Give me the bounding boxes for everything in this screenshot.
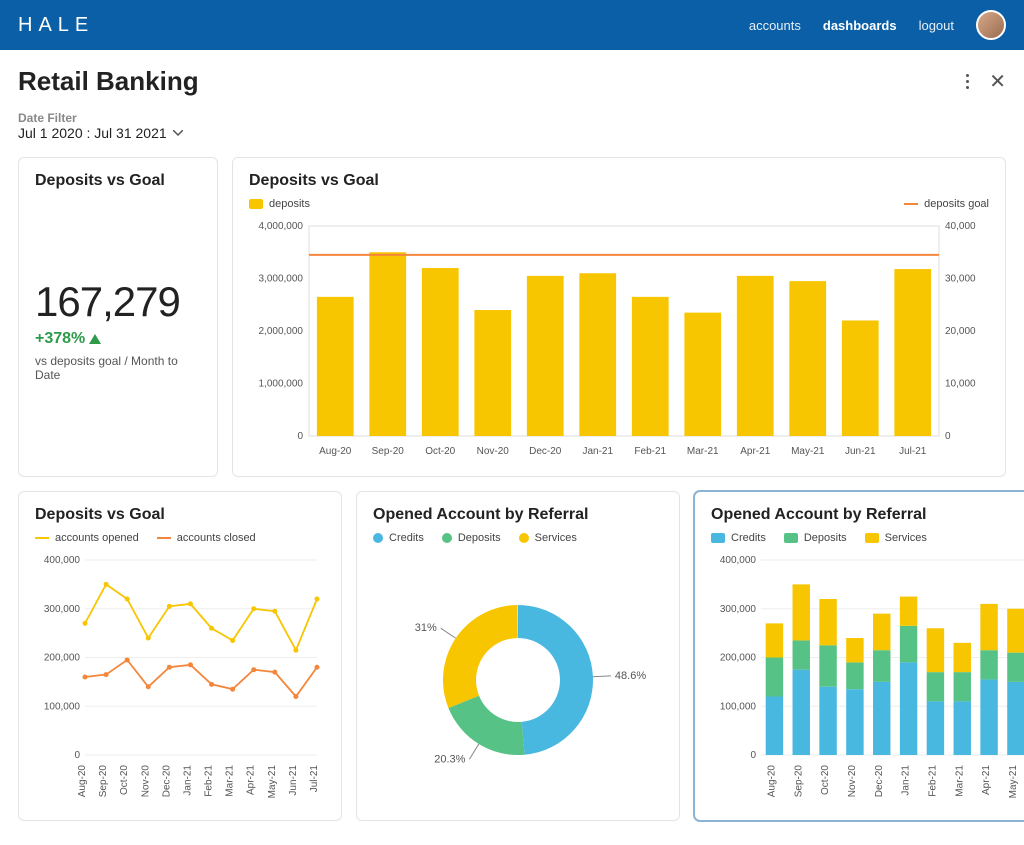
svg-text:100,000: 100,000 <box>720 701 757 712</box>
svg-text:Aug-20: Aug-20 <box>766 765 777 798</box>
nav-dashboards[interactable]: dashboards <box>823 18 897 33</box>
more-menu-icon[interactable] <box>966 74 969 89</box>
svg-text:20.3%: 20.3% <box>434 753 465 765</box>
avatar[interactable] <box>976 10 1006 40</box>
close-icon[interactable]: ✕ <box>989 69 1006 94</box>
chart-title: Deposits vs Goal <box>249 172 989 190</box>
svg-text:Jan-21: Jan-21 <box>901 765 912 796</box>
svg-text:Nov-20: Nov-20 <box>477 446 510 457</box>
svg-text:Jan-21: Jan-21 <box>582 446 613 457</box>
chart-card-deposits-bar[interactable]: Deposits vs Goal deposits deposits goal … <box>232 157 1006 477</box>
chevron-down-icon <box>173 130 183 136</box>
legend-closed: accounts closed <box>177 532 256 544</box>
svg-text:Mar-21: Mar-21 <box>225 765 236 797</box>
svg-text:Dec-20: Dec-20 <box>161 765 172 798</box>
svg-text:400,000: 400,000 <box>720 555 757 566</box>
svg-text:0: 0 <box>750 750 756 761</box>
svg-text:200,000: 200,000 <box>720 653 757 664</box>
svg-text:300,000: 300,000 <box>720 604 757 615</box>
svg-text:Sep-20: Sep-20 <box>372 446 405 457</box>
top-nav: accounts dashboards logout <box>749 10 1006 40</box>
chart-card-referral-stacked[interactable]: Opened Account by Referral Credits Depos… <box>694 491 1024 821</box>
svg-text:1,000,000: 1,000,000 <box>259 379 304 390</box>
svg-text:Mar-21: Mar-21 <box>687 446 719 457</box>
svg-text:0: 0 <box>297 431 303 442</box>
legend-services: Services <box>885 532 927 544</box>
svg-text:Sep-20: Sep-20 <box>98 765 109 798</box>
svg-text:2,000,000: 2,000,000 <box>259 326 304 337</box>
svg-text:10,000: 10,000 <box>945 379 976 390</box>
svg-text:Nov-20: Nov-20 <box>847 765 858 798</box>
nav-logout[interactable]: logout <box>919 18 954 33</box>
top-bar: HALE accounts dashboards logout <box>0 0 1024 50</box>
svg-text:0: 0 <box>945 431 951 442</box>
donut-chart-svg: 48.6% 20.3% 31% <box>373 550 663 800</box>
svg-text:Apr-21: Apr-21 <box>981 765 992 795</box>
svg-text:Jan-21: Jan-21 <box>182 765 193 796</box>
svg-text:Feb-21: Feb-21 <box>204 765 215 797</box>
legend-deposits: Deposits <box>804 532 847 544</box>
chart-title: Opened Account by Referral <box>373 506 663 524</box>
svg-text:40,000: 40,000 <box>945 221 976 232</box>
svg-text:20,000: 20,000 <box>945 326 976 337</box>
kpi-card-deposits-vs-goal[interactable]: Deposits vs Goal 167,279 +378% vs deposi… <box>18 157 218 477</box>
bar-chart-svg: 0 1,000,000 2,000,000 3,000,000 4,000,000 0 10… <box>249 216 989 466</box>
svg-text:Aug-20: Aug-20 <box>319 446 352 457</box>
svg-text:May-21: May-21 <box>1008 765 1019 799</box>
kpi-subtext: vs deposits goal / Month to Date <box>35 354 201 382</box>
svg-text:3,000,000: 3,000,000 <box>259 274 304 285</box>
svg-text:May-21: May-21 <box>267 765 278 799</box>
kpi-title: Deposits vs Goal <box>35 172 201 190</box>
nav-accounts[interactable]: accounts <box>749 18 801 33</box>
legend-services: Services <box>535 532 577 544</box>
legend-goal: deposits goal <box>924 198 989 210</box>
svg-text:Oct-20: Oct-20 <box>425 446 455 457</box>
svg-text:0: 0 <box>74 750 80 761</box>
line-chart-svg: 0 100,000 200,000 300,000 400,000 Aug-20 Sep-2… <box>35 550 325 810</box>
legend-credits: Credits <box>731 532 766 544</box>
svg-text:Mar-21: Mar-21 <box>954 765 965 797</box>
svg-text:31%: 31% <box>415 622 437 634</box>
svg-text:400,000: 400,000 <box>44 555 81 566</box>
svg-text:Aug-20: Aug-20 <box>77 765 88 798</box>
svg-text:48.6%: 48.6% <box>615 670 646 682</box>
svg-text:Feb-21: Feb-21 <box>927 765 938 797</box>
chart-title: Deposits vs Goal <box>35 506 325 524</box>
svg-text:Apr-21: Apr-21 <box>740 446 770 457</box>
legend-credits: Credits <box>389 532 424 544</box>
svg-text:4,000,000: 4,000,000 <box>259 221 304 232</box>
svg-text:Oct-20: Oct-20 <box>119 765 130 795</box>
legend-opened: accounts opened <box>55 532 139 544</box>
kpi-value: 167,279 <box>35 278 201 326</box>
svg-text:Feb-21: Feb-21 <box>634 446 666 457</box>
stacked-chart-svg: 0 100,000 200,000 300,000 400,000 Aug-20 Sep-2… <box>711 550 1024 810</box>
svg-text:Jul-21: Jul-21 <box>899 446 927 457</box>
svg-text:May-21: May-21 <box>791 446 825 457</box>
app-logo: HALE <box>18 14 94 37</box>
date-filter-label: Date Filter <box>18 111 1006 125</box>
legend-deposits: deposits <box>269 198 310 210</box>
svg-text:Oct-20: Oct-20 <box>820 765 831 795</box>
date-filter-value: Jul 1 2020 : Jul 31 2021 <box>18 125 167 141</box>
svg-text:Jun-21: Jun-21 <box>288 765 299 796</box>
svg-text:Nov-20: Nov-20 <box>140 765 151 798</box>
legend-deposits: Deposits <box>458 532 501 544</box>
chart-card-accounts-line[interactable]: Deposits vs Goal accounts opened account… <box>18 491 342 821</box>
chart-card-referral-donut[interactable]: Opened Account by Referral Credits Depos… <box>356 491 680 821</box>
page-title: Retail Banking <box>18 66 199 97</box>
svg-text:200,000: 200,000 <box>44 653 81 664</box>
svg-text:Sep-20: Sep-20 <box>793 765 804 798</box>
svg-text:30,000: 30,000 <box>945 274 976 285</box>
svg-text:300,000: 300,000 <box>44 604 81 615</box>
up-triangle-icon <box>89 334 101 344</box>
svg-text:Apr-21: Apr-21 <box>246 765 257 795</box>
svg-text:Jul-21: Jul-21 <box>309 765 320 793</box>
svg-text:Jun-21: Jun-21 <box>845 446 876 457</box>
kpi-delta: +378% <box>35 330 201 348</box>
svg-text:Dec-20: Dec-20 <box>874 765 885 798</box>
svg-text:Dec-20: Dec-20 <box>529 446 562 457</box>
svg-text:100,000: 100,000 <box>44 701 81 712</box>
date-filter[interactable]: Date Filter Jul 1 2020 : Jul 31 2021 <box>18 111 1006 143</box>
chart-title: Opened Account by Referral <box>711 506 1024 524</box>
